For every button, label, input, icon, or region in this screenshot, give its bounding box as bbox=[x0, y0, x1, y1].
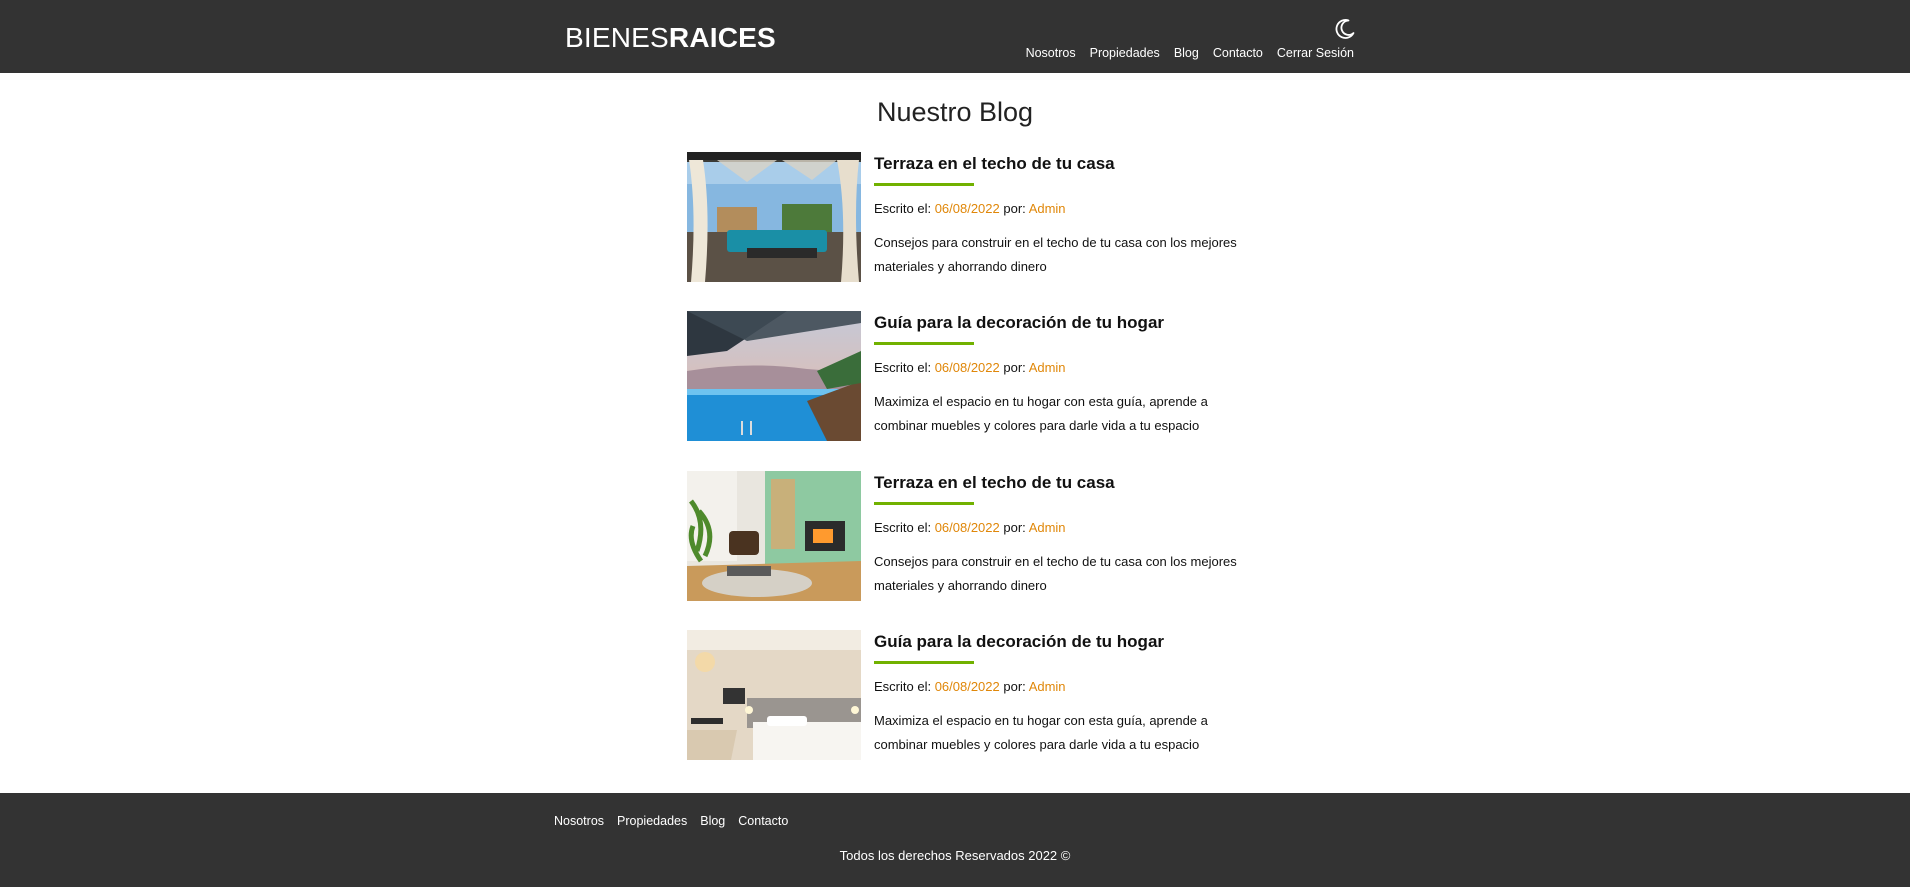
entry-meta: Escrito el: 06/08/2022 por: Admin bbox=[874, 679, 1254, 695]
entry-title[interactable]: Terraza en el techo de tu casa bbox=[874, 471, 1254, 494]
infinity-pool-photo[interactable] bbox=[687, 311, 861, 441]
footer-link-propiedades[interactable]: Propiedades bbox=[617, 813, 687, 829]
title-underline bbox=[874, 661, 974, 664]
entry-meta: Escrito el: 06/08/2022 por: Admin bbox=[874, 201, 1254, 217]
meta-by: por: bbox=[999, 679, 1029, 694]
footer-nav: Nosotros Propiedades Blog Contacto bbox=[554, 813, 788, 829]
bedroom-photo[interactable] bbox=[687, 630, 861, 760]
entry-description: Maximiza el espacio en tu hogar con esta… bbox=[874, 713, 1208, 752]
entry-content: Terraza en el techo de tu casa Escrito e… bbox=[874, 152, 1254, 279]
nav-link-contacto[interactable]: Contacto bbox=[1213, 45, 1263, 61]
footer-link-contacto[interactable]: Contacto bbox=[738, 813, 788, 829]
moon-icon[interactable] bbox=[1333, 17, 1357, 41]
entry-date: 06/08/2022 bbox=[934, 201, 1000, 216]
entry-description: Maximiza el espacio en tu hogar con esta… bbox=[874, 394, 1208, 433]
entry-date: 06/08/2022 bbox=[934, 679, 1000, 694]
entry-meta: Escrito el: 06/08/2022 por: Admin bbox=[874, 520, 1254, 536]
copyright: Todos los derechos Reservados 2022 © bbox=[839, 848, 1071, 863]
logo-light-text: BIENES bbox=[565, 22, 669, 53]
site-footer: Nosotros Propiedades Blog Contacto Todos… bbox=[0, 793, 1910, 887]
entry-description: Consejos para construir en el techo de t… bbox=[874, 235, 1237, 274]
meta-prefix: Escrito el: bbox=[874, 201, 935, 216]
meta-prefix: Escrito el: bbox=[874, 520, 935, 535]
entry-author: Admin bbox=[1028, 360, 1066, 375]
meta-by: por: bbox=[999, 360, 1029, 375]
entry-description: Consejos para construir en el techo de t… bbox=[874, 554, 1237, 593]
title-underline bbox=[874, 342, 974, 345]
rooftop-terrace-photo[interactable] bbox=[687, 152, 861, 282]
nav-link-propiedades[interactable]: Propiedades bbox=[1090, 45, 1160, 61]
nav-link-cerrar-sesion[interactable]: Cerrar Sesión bbox=[1277, 45, 1354, 61]
meta-by: por: bbox=[999, 201, 1029, 216]
blog-entry[interactable]: Guía para la decoración de tu hogar Escr… bbox=[687, 311, 1247, 441]
entry-title[interactable]: Terraza en el techo de tu casa bbox=[874, 152, 1254, 175]
footer-link-nosotros[interactable]: Nosotros bbox=[554, 813, 604, 829]
site-logo[interactable]: BIENESRAICES bbox=[565, 22, 776, 54]
entry-content: Terraza en el techo de tu casa Escrito e… bbox=[874, 471, 1254, 598]
main-nav: Nosotros Propiedades Blog Contacto Cerra… bbox=[1026, 45, 1354, 61]
entry-date: 06/08/2022 bbox=[934, 360, 1000, 375]
site-header: BIENESRAICES Nosotros Propiedades Blog C… bbox=[0, 0, 1910, 73]
entry-author: Admin bbox=[1028, 520, 1066, 535]
page-title: Nuestro Blog bbox=[876, 97, 1034, 127]
entry-content: Guía para la decoración de tu hogar Escr… bbox=[874, 311, 1254, 438]
meta-prefix: Escrito el: bbox=[874, 679, 935, 694]
entry-date: 06/08/2022 bbox=[934, 520, 1000, 535]
nav-link-nosotros[interactable]: Nosotros bbox=[1026, 45, 1076, 61]
entry-title[interactable]: Guía para la decoración de tu hogar bbox=[874, 630, 1254, 653]
entry-meta: Escrito el: 06/08/2022 por: Admin bbox=[874, 360, 1254, 376]
entry-author: Admin bbox=[1028, 679, 1066, 694]
entry-content: Guía para la decoración de tu hogar Escr… bbox=[874, 630, 1254, 757]
meta-prefix: Escrito el: bbox=[874, 360, 935, 375]
footer-link-blog[interactable]: Blog bbox=[700, 813, 725, 829]
logo-bold-text: RAICES bbox=[668, 22, 776, 53]
blog-entry[interactable]: Terraza en el techo de tu casa Escrito e… bbox=[687, 471, 1247, 601]
entry-author: Admin bbox=[1028, 201, 1066, 216]
title-underline bbox=[874, 183, 974, 186]
entry-title[interactable]: Guía para la decoración de tu hogar bbox=[874, 311, 1254, 334]
meta-by: por: bbox=[999, 520, 1029, 535]
living-room-photo[interactable] bbox=[687, 471, 861, 601]
nav-link-blog[interactable]: Blog bbox=[1174, 45, 1199, 61]
blog-entry[interactable]: Guía para la decoración de tu hogar Escr… bbox=[687, 630, 1247, 760]
title-underline bbox=[874, 502, 974, 505]
blog-entry[interactable]: Terraza en el techo de tu casa Escrito e… bbox=[687, 152, 1247, 282]
